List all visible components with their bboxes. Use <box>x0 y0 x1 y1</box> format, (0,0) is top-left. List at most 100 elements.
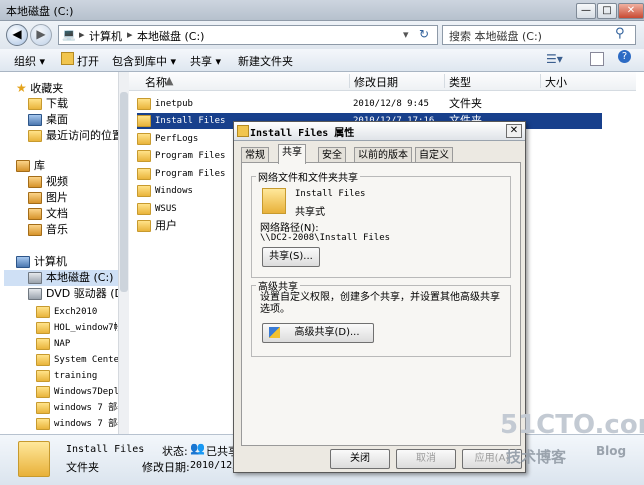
file-name: Install Files <box>155 116 226 126</box>
watermark-site: 51CTO.com <box>500 410 644 440</box>
nav-subfolder[interactable]: Exch2010 <box>36 304 97 320</box>
library-icon <box>16 160 30 172</box>
address-field[interactable]: 💻 ▸ 计算机 ▸ 本地磁盘 (C:) ▾ ↻ <box>58 25 438 45</box>
nav-scrollbar[interactable] <box>118 72 129 434</box>
include-library-menu[interactable]: 包含到库中 ▾ <box>112 53 176 69</box>
properties-dialog: Install Files 属性 ✕ 常规 共享 安全 以前的版本 自定义 网络… <box>233 121 526 473</box>
nav-documents[interactable]: 文档 <box>28 206 68 222</box>
column-modified[interactable]: 修改日期 <box>349 74 398 89</box>
cancel-button[interactable]: 取消 <box>396 449 456 469</box>
file-name: PerfLogs <box>155 134 199 144</box>
forward-icon[interactable]: ▶ <box>30 24 52 46</box>
nav-dvd[interactable]: DVD 驱动器 (D:) <box>28 286 128 302</box>
nav-recent[interactable]: 最近访问的位置 <box>28 128 123 144</box>
file-row[interactable]: 用户 <box>137 218 177 234</box>
nav-desktop[interactable]: 桌面 <box>28 112 68 128</box>
back-icon[interactable]: ◀ <box>6 24 28 46</box>
dvd-drive-icon <box>28 288 42 300</box>
open-button[interactable]: 打开 <box>77 53 99 69</box>
preview-pane-icon[interactable] <box>590 52 604 66</box>
nav-videos[interactable]: 视频 <box>28 174 68 190</box>
file-name: 用户 <box>155 219 177 232</box>
sharing-panel: 网络文件和文件夹共享 Install Files 共享式 网络路径(N): \\… <box>241 162 521 446</box>
advanced-sharing-button[interactable]: 高级共享(D)... <box>262 323 374 343</box>
tab-general[interactable]: 常规 <box>241 147 269 163</box>
file-row[interactable]: WSUS <box>137 201 177 217</box>
scrollbar-thumb[interactable] <box>120 92 128 292</box>
file-row[interactable]: PerfLogs <box>137 131 198 147</box>
nav-favorites[interactable]: ★ 收藏夹 <box>16 80 63 96</box>
folder-icon <box>262 188 286 214</box>
dialog-title-bar: Install Files 属性 ✕ <box>234 122 525 141</box>
nav-label: 桌面 <box>46 113 68 126</box>
nav-label: Exch2010 <box>54 307 98 317</box>
videos-icon <box>28 176 42 188</box>
dialog-close-button[interactable]: ✕ <box>506 124 522 138</box>
nav-downloads[interactable]: 下载 <box>28 96 68 112</box>
new-folder-button[interactable]: 新建文件夹 <box>238 53 293 69</box>
nav-pictures[interactable]: 图片 <box>28 190 68 206</box>
nav-label: 图片 <box>46 191 68 204</box>
search-placeholder: 搜索 本地磁盘 (C:) <box>449 30 542 43</box>
shield-icon <box>269 327 280 338</box>
tab-sharing[interactable]: 共享 <box>278 144 306 164</box>
crumb-computer[interactable]: 计算机 <box>89 28 122 44</box>
nav-label: training <box>54 371 98 381</box>
column-type[interactable]: 类型 <box>444 74 471 89</box>
nav-subfolder[interactable]: NAP <box>36 336 70 352</box>
tab-previous-versions[interactable]: 以前的版本 <box>354 147 412 163</box>
tab-security[interactable]: 安全 <box>318 147 346 163</box>
dialog-title: Install Files 属性 <box>250 128 355 139</box>
nav-label: 最近访问的位置 <box>46 129 123 142</box>
folder-icon <box>137 167 151 180</box>
maximize-button[interactable]: □ <box>597 3 617 19</box>
crumb-separator: ▸ <box>79 28 85 41</box>
file-row[interactable]: Program Files <box>137 166 225 182</box>
nav-local-disk[interactable]: 本地磁盘 (C:) <box>4 270 118 286</box>
nav-music[interactable]: 音乐 <box>28 222 68 238</box>
column-header: 名称 ▲ 修改日期 类型 大小 <box>129 72 636 91</box>
crumb-local-disk[interactable]: 本地磁盘 (C:) <box>137 28 204 44</box>
nav-subfolder[interactable]: Windows7Deploy <box>36 384 128 400</box>
nav-subfolder[interactable]: HOL_window7帐 <box>36 320 123 336</box>
recent-places-icon <box>28 130 42 142</box>
file-row[interactable]: Program Files <box>137 148 225 164</box>
sort-up-icon: ▲ <box>165 74 174 87</box>
close-dialog-button[interactable]: 关闭 <box>330 449 390 469</box>
folder-icon <box>237 125 249 137</box>
folder-icon <box>36 417 50 430</box>
minimize-button[interactable]: — <box>576 3 596 19</box>
file-row[interactable]: Windows <box>137 183 193 199</box>
help-icon[interactable]: ? <box>618 50 631 63</box>
title-bar: 本地磁盘 (C:) — □ ✕ <box>0 0 644 21</box>
computer-icon: 💻 <box>62 28 76 41</box>
folder-icon <box>137 114 151 127</box>
folder-icon <box>36 305 50 318</box>
search-icon[interactable]: ⚲ <box>615 26 625 41</box>
column-size[interactable]: 大小 <box>540 74 567 89</box>
share-button[interactable]: 共享(S)... <box>262 247 320 267</box>
watermark-blog: Blog <box>596 444 627 458</box>
nav-subfolder[interactable]: System Center <box>36 352 124 368</box>
organize-menu[interactable]: 组织 ▾ <box>14 53 45 69</box>
computer-icon <box>16 256 30 268</box>
folder-icon <box>36 369 50 382</box>
close-button[interactable]: ✕ <box>618 3 644 19</box>
nav-subfolder[interactable]: windows 7 部署 <box>36 400 126 416</box>
nav-libraries[interactable]: 库 <box>16 158 45 174</box>
window-title: 本地磁盘 (C:) <box>6 5 74 18</box>
view-options-icon[interactable]: ☰▾ <box>546 52 563 66</box>
chevron-down-icon[interactable]: ▾ <box>403 28 409 41</box>
share-menu[interactable]: 共享 ▾ <box>190 53 221 69</box>
nav-computer[interactable]: 计算机 <box>16 254 67 270</box>
folder-icon <box>137 220 151 232</box>
refresh-icon[interactable]: ↻ <box>419 27 429 41</box>
search-input[interactable]: 搜索 本地磁盘 (C:) ⚲ <box>442 25 636 45</box>
nav-subfolder[interactable]: windows 7 部署 <box>36 416 126 432</box>
nav-label: 本地磁盘 (C:) <box>46 271 114 284</box>
desktop-icon <box>28 114 42 126</box>
folder-icon <box>137 149 151 162</box>
tab-customize[interactable]: 自定义 <box>415 147 453 163</box>
file-row[interactable]: inetpub 2010/12/8 9:45 文件夹 <box>137 96 482 112</box>
nav-subfolder[interactable]: training <box>36 368 97 384</box>
